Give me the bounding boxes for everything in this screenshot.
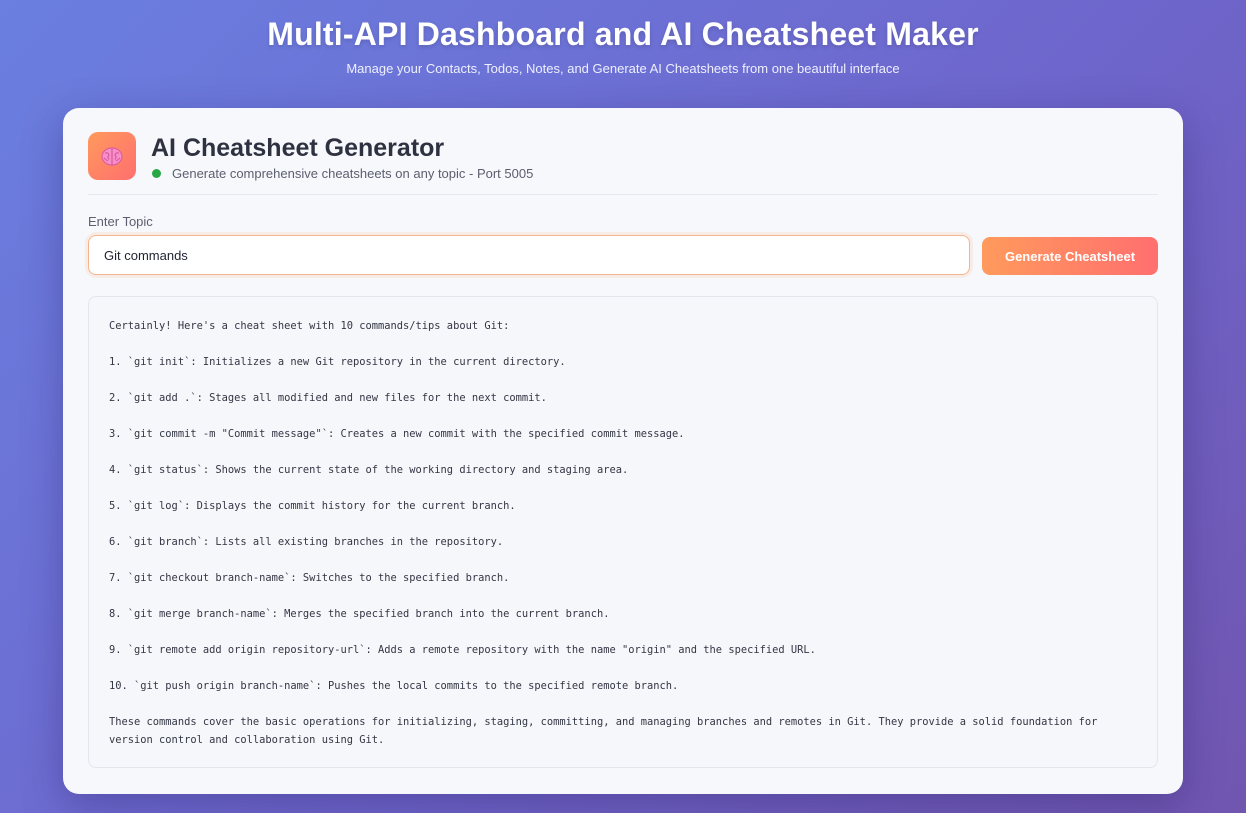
status-row: Generate comprehensive cheatsheets on an…	[152, 166, 533, 181]
cheatsheet-card: AI Cheatsheet Generator Generate compreh…	[63, 108, 1183, 794]
card-header: AI Cheatsheet Generator Generate compreh…	[88, 132, 1158, 195]
output-line: 10. `git push origin branch-name`: Pushe…	[109, 680, 679, 692]
output-line: 5. `git log`: Displays the commit histor…	[109, 500, 516, 512]
output-line: 4. `git status`: Shows the current state…	[109, 464, 629, 476]
cheatsheet-output: Certainly! Here's a cheat sheet with 10 …	[88, 296, 1158, 768]
output-line: 8. `git merge branch-name`: Merges the s…	[109, 608, 610, 620]
output-line: Certainly! Here's a cheat sheet with 10 …	[109, 320, 510, 332]
status-indicator	[152, 169, 161, 178]
card-title: AI Cheatsheet Generator	[151, 134, 445, 162]
output-line: 3. `git commit -m "Commit message"`: Cre…	[109, 428, 685, 440]
output-line: 1. `git init`: Initializes a new Git rep…	[109, 356, 566, 368]
page-subtitle: Manage your Contacts, Todos, Notes, and …	[346, 61, 900, 76]
brain-icon	[88, 132, 136, 180]
output-line: 6. `git branch`: Lists all existing bran…	[109, 536, 504, 548]
topic-input[interactable]	[88, 235, 970, 275]
generate-cheatsheet-button[interactable]: Generate Cheatsheet	[982, 237, 1158, 275]
brain-icon-graphic	[101, 147, 123, 166]
page-header: Multi-API Dashboard and AI Cheatsheet Ma…	[0, 14, 1246, 78]
output-line: 2. `git add .`: Stages all modified and …	[109, 392, 547, 404]
output-line: 7. `git checkout branch-name`: Switches …	[109, 572, 510, 584]
status-text: Generate comprehensive cheatsheets on an…	[172, 166, 534, 181]
page-title: Multi-API Dashboard and AI Cheatsheet Ma…	[267, 16, 979, 52]
output-line: These commands cover the basic operation…	[109, 716, 1104, 746]
output-line: 9. `git remote add origin repository-url…	[109, 644, 816, 656]
topic-label: Enter Topic	[88, 214, 153, 229]
